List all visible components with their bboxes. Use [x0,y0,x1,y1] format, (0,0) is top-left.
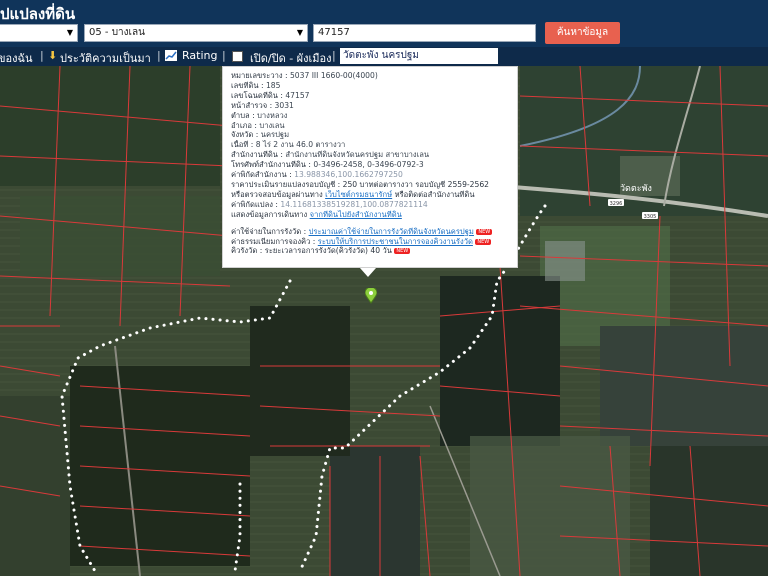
popup-detail-row: เนื้อที่ : 8 ไร่ 2 งาน 46.0 ตารางวา [231,140,517,150]
check-prefix: หรือตรวจสอบข้อมูลผ่านทาง [231,189,323,199]
detail-label: เลขโฉนดที่ดิน : [231,90,283,100]
survey-queue-label: คิวรังวัด : [231,246,263,256]
rating-link[interactable]: Rating [182,49,217,62]
detail-label: เนื้อที่ : [231,140,254,150]
popup-detail-row: โทรศัพท์สำนักงานที่ดิน : 0-3496-2458, 0-… [231,160,517,170]
parcel-coordinate-label: ค่าพิกัดแปลง : [231,199,278,209]
detail-label: จังหวัด : [231,130,259,140]
history-link[interactable]: ประวัติความเป็นมา [60,49,151,67]
queue-label: ค่าธรรมเนียมการจองคิว : [231,236,316,246]
detail-label: สำนักงานที่ดิน : [231,150,283,160]
road-label-3296: 3296 [610,201,623,207]
check-row: หรือตรวจสอบข้อมูลผ่านทาง เว็บไซต์กรมธนาร… [231,190,517,200]
district-select[interactable]: 05 - บางเลน ▼ [84,24,308,42]
route-prefix: แสดงข้อมูลการเดินทาง [231,209,308,219]
popup-detail-row: อำเภอ : บางเลน [231,121,517,131]
queue-link[interactable]: ระบบให้บริการประชาชนในการจองคิวงานรังวัด [318,237,473,246]
history-icon: ⬇ [48,49,58,62]
detail-value: 185 [265,80,281,90]
popup-detail-row: เลขที่ดิน : 185 [231,81,517,91]
survey-queue-value: ระยะเวลารอการรังวัด(คิวรังวัด) 40 วัน [264,246,392,256]
check-suffix: หรือติดต่อสำนักงานที่ดิน [394,189,475,199]
detail-label: เลขที่ดิน : [231,80,264,90]
detail-value: สำนักงานที่ดินจังหวัดนครปฐม สาขาบางเลน [285,150,430,160]
detail-label: ตำบล : [231,110,255,120]
toolbar-separator: | [332,49,336,62]
detail-value: บางเลน [259,120,285,130]
popup-detail-row: หมายเลขระวาง : 5037 III 1660-00(4000) [231,71,517,81]
survey-fee-link[interactable]: ประมาณค่าใช้จ่ายในการรังวัดที่ดินจังหวัด… [309,227,474,236]
queue-row: ค่าธรรมเนียมการจองคิว : ระบบให้บริการประ… [231,237,517,247]
office-coordinate-value: 13.988346,100.1662797250 [294,170,403,180]
rating-icon [165,50,177,64]
price-row: ราคาประเมินรายแปลงรอบบัญชี : 250 บาทต่อต… [231,179,490,189]
detail-value: 47157 [285,90,310,100]
header-bar: ปแปลงที่ดิน ▼ 05 - บางเลน ▼ 47157 ค้นหาข้… [0,0,768,47]
parcel-info-popup: หมายเลขระวาง : 5037 III 1660-00(4000) เลข… [222,66,518,268]
survey-queue-row: คิวรังวัด : ระยะเวลารอการรังวัด(คิวรังวั… [231,246,517,256]
new-badge: NEW [394,248,411,255]
chevron-down-icon: ▼ [296,28,303,37]
detail-value: นครปฐม [260,130,290,140]
toolbar-separator: | [157,49,161,62]
detail-value: บางหลวง [257,110,288,120]
city-plan-toggle-label: เปิด/ปิด - ผังเมือง [250,52,332,65]
popup-detail-row: ตำบล : บางหลวง [231,111,517,121]
detail-label: หมายเลขระวาง : [231,71,288,80]
detail-label: โทรศัพท์สำนักงานที่ดิน : [231,160,311,170]
detail-label: อำเภอ : [231,120,257,130]
detail-value: 3031 [274,100,294,110]
chevron-down-icon: ▼ [66,28,73,37]
parcel-number-input[interactable]: 47157 [313,24,536,42]
road-label-3305: 3305 [644,214,657,220]
location-search-input[interactable]: วัดตะพัง นครปฐม [340,48,498,64]
toolbar-separator: | [40,49,44,62]
popup-detail-row: สำนักงานที่ดิน : สำนักงานที่ดินจังหวัดนค… [231,150,517,160]
survey-fee-label: ค่าใช้จ่ายในการรังวัด : [231,226,307,236]
new-badge: NEW [475,238,492,245]
survey-fee-row: ค่าใช้จ่ายในการรังวัด : ประมาณค่าใช้จ่าย… [231,227,517,237]
my-items-link[interactable]: ของฉัน [0,49,33,67]
search-button[interactable]: ค้นหาข้อมูล [545,22,620,44]
place-label: วัดตะพัง [620,184,652,194]
popup-detail-rows: หมายเลขระวาง : 5037 III 1660-00(4000) เลข… [231,71,517,170]
app-title: ปแปลงที่ดิน [0,5,76,23]
toolbar: ของฉัน | ⬇ ประวัติความเป็นมา | Rating | … [0,47,768,66]
toolbar-separator: | [222,49,226,62]
parcel-coordinate-row: ค่าพิกัดแปลง : 14.11681338519281,100.087… [231,200,517,210]
popup-detail-row: จังหวัด : นครปฐม [231,130,517,140]
route-link[interactable]: จากที่ดินไปยังสำนักงานที่ดิน [310,210,402,219]
treasury-website-link[interactable]: เว็บไซต์กรมธนารักษ์ [325,190,392,199]
popup-pointer [360,268,376,277]
parcel-coordinate-value: 14.11681338519281,100.0877821114 [280,199,428,209]
popup-detail-row: หน้าสำรวจ : 3031 [231,101,517,111]
detail-value: 5037 III 1660-00(4000) [289,71,378,80]
detail-value: 8 ไร่ 2 งาน 46.0 ตารางวา [255,140,346,150]
detail-label: หน้าสำรวจ : [231,100,273,110]
office-coordinate-row: ค่าพิกัดสำนักงาน : 13.988346,100.1662797… [231,170,517,180]
detail-value: 0-3496-2458, 0-3496-0792-3 [313,160,424,170]
new-badge: NEW [476,228,493,235]
district-select-value: 05 - บางเลน [89,27,145,38]
map-pin-icon[interactable] [364,286,378,308]
popup-detail-row: เลขโฉนดที่ดิน : 47157 [231,91,517,101]
route-row: แสดงข้อมูลการเดินทาง จากที่ดินไปยังสำนัก… [231,210,517,220]
province-select[interactable]: ▼ [0,24,78,42]
office-coordinate-label: ค่าพิกัดสำนักงาน : [231,170,292,180]
layer-checkbox[interactable] [232,51,243,62]
